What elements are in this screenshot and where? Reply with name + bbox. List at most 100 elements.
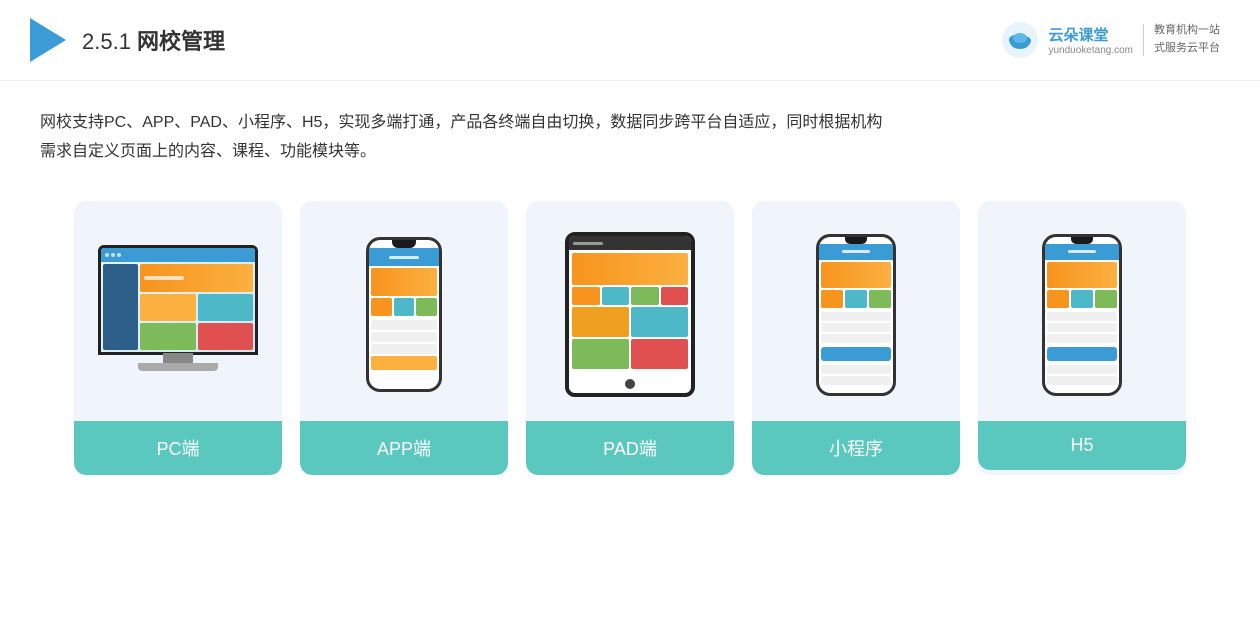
mobile-screen	[369, 240, 439, 389]
small-mobile-icon	[816, 234, 896, 396]
pad-card-1	[572, 307, 629, 337]
brand-slogan: 教育机构一站 式服务云平台	[1154, 22, 1220, 57]
mobile-frame	[366, 237, 442, 392]
brand-name-text: 云朵课堂 yunduoketang.com	[1048, 24, 1133, 56]
sms-icon-1	[821, 290, 843, 308]
desc-line2: 需求自定义页面上的内容、课程、功能模块等。	[40, 138, 1220, 167]
h5-nav-text	[1068, 250, 1096, 253]
header: 2.5.1 网校管理 云朵课堂 yunduoketang.com	[0, 0, 1260, 81]
h5-icon-row	[1047, 290, 1117, 308]
h5-list-item-4	[1047, 365, 1117, 374]
h5-action-btn	[1047, 347, 1117, 361]
sms-list-item-2	[821, 323, 891, 332]
pad-content	[569, 250, 691, 372]
mobile-icon-grid	[371, 298, 437, 316]
sms-nav-text	[842, 250, 870, 253]
pc-main-content	[140, 264, 253, 350]
sms-list-item-5	[821, 376, 891, 385]
h5-mobile-notch	[1071, 237, 1093, 244]
pc-nav-bar	[101, 248, 255, 262]
pc-device-icon	[93, 245, 263, 385]
pad-screen-nav	[569, 236, 691, 250]
pad-home-btn	[625, 379, 635, 389]
header-left: 2.5.1 网校管理	[30, 18, 225, 62]
small-mobile-notch	[845, 237, 867, 244]
pad-frame	[565, 232, 695, 397]
pc-sidebar	[103, 264, 138, 350]
brand-logo: 云朵课堂 yunduoketang.com	[1000, 20, 1133, 60]
pad-image-area	[526, 201, 734, 421]
description-section: 网校支持PC、APP、PAD、小程序、H5，实现多端打通，产品各终端自由切换，数…	[0, 81, 1260, 177]
page-wrapper: 2.5.1 网校管理 云朵课堂 yunduoketang.com	[0, 0, 1260, 630]
mobile-list-item-2	[371, 332, 437, 342]
pad-card-3	[572, 339, 629, 369]
h5-content	[1045, 260, 1119, 387]
pc-banner	[140, 264, 253, 292]
pc-card-1	[140, 294, 196, 321]
pad-card-4	[631, 339, 688, 369]
pc-card-4	[198, 323, 254, 350]
mobile-nav-text	[389, 256, 419, 259]
mobile-banner	[371, 268, 437, 296]
h5-mobile-icon	[1042, 234, 1122, 396]
mini-label: 小程序	[752, 421, 960, 475]
h5-list-item-2	[1047, 323, 1117, 332]
h5-mobile-frame	[1042, 234, 1122, 396]
pad-cards	[572, 307, 688, 369]
sms-nav	[819, 244, 893, 260]
pc-stand	[163, 353, 193, 363]
pc-nav-dot-1	[105, 253, 109, 257]
card-miniprogram: 小程序	[752, 201, 960, 475]
mobile-list-item-1	[371, 320, 437, 330]
pc-card-2	[198, 294, 254, 321]
mobile-screen-nav	[369, 248, 439, 266]
pc-nav-dot-2	[111, 253, 115, 257]
pad-icon-2	[602, 287, 630, 305]
header-divider	[1143, 24, 1144, 56]
cards-section: PC端	[0, 177, 1260, 499]
h5-banner	[1047, 262, 1117, 288]
pad-icon-1	[572, 287, 600, 305]
mobile-list-item-3	[371, 344, 437, 354]
sms-banner	[821, 262, 891, 288]
cloud-icon	[1000, 20, 1040, 60]
pc-base	[138, 363, 218, 371]
pc-label: PC端	[74, 421, 282, 475]
pad-banner	[572, 253, 688, 285]
h5-list-item-3	[1047, 334, 1117, 343]
pad-screen	[569, 236, 691, 393]
app-label: APP端	[300, 421, 508, 475]
pad-icon-3	[631, 287, 659, 305]
h5-list-2	[1047, 365, 1117, 385]
sms-list-item-1	[821, 312, 891, 321]
header-right: 云朵课堂 yunduoketang.com 教育机构一站 式服务云平台	[1000, 20, 1220, 60]
small-mobile-screen	[819, 237, 893, 393]
h5-icon-2	[1071, 290, 1093, 308]
mobile-icon-3	[416, 298, 437, 316]
pc-content-grid	[140, 294, 253, 350]
pad-device-icon	[565, 232, 695, 397]
h5-list-item-5	[1047, 376, 1117, 385]
pc-screen-body	[101, 262, 255, 352]
mobile-list	[371, 320, 437, 370]
sms-list-item-3	[821, 334, 891, 343]
mobile-icon-1	[371, 298, 392, 316]
pc-screen-content	[101, 248, 255, 352]
pad-nav-bar	[573, 242, 603, 245]
h5-list-item-1	[1047, 312, 1117, 321]
h5-list	[1047, 312, 1117, 343]
h5-icon-1	[1047, 290, 1069, 308]
pc-screen-frame	[98, 245, 258, 355]
sms-icon-2	[845, 290, 867, 308]
desc-line1: 网校支持PC、APP、PAD、小程序、H5，实现多端打通，产品各终端自由切换，数…	[40, 109, 1220, 138]
pad-card-2	[631, 307, 688, 337]
card-pad: PAD端	[526, 201, 734, 475]
sms-list-2	[821, 365, 891, 385]
page-title: 2.5.1 网校管理	[82, 24, 225, 56]
mobile-content	[369, 266, 439, 372]
card-pc: PC端	[74, 201, 282, 475]
card-h5: H5	[978, 201, 1186, 475]
sms-list-item-4	[821, 365, 891, 374]
mobile-icon-2	[394, 298, 415, 316]
app-image-area	[300, 201, 508, 421]
